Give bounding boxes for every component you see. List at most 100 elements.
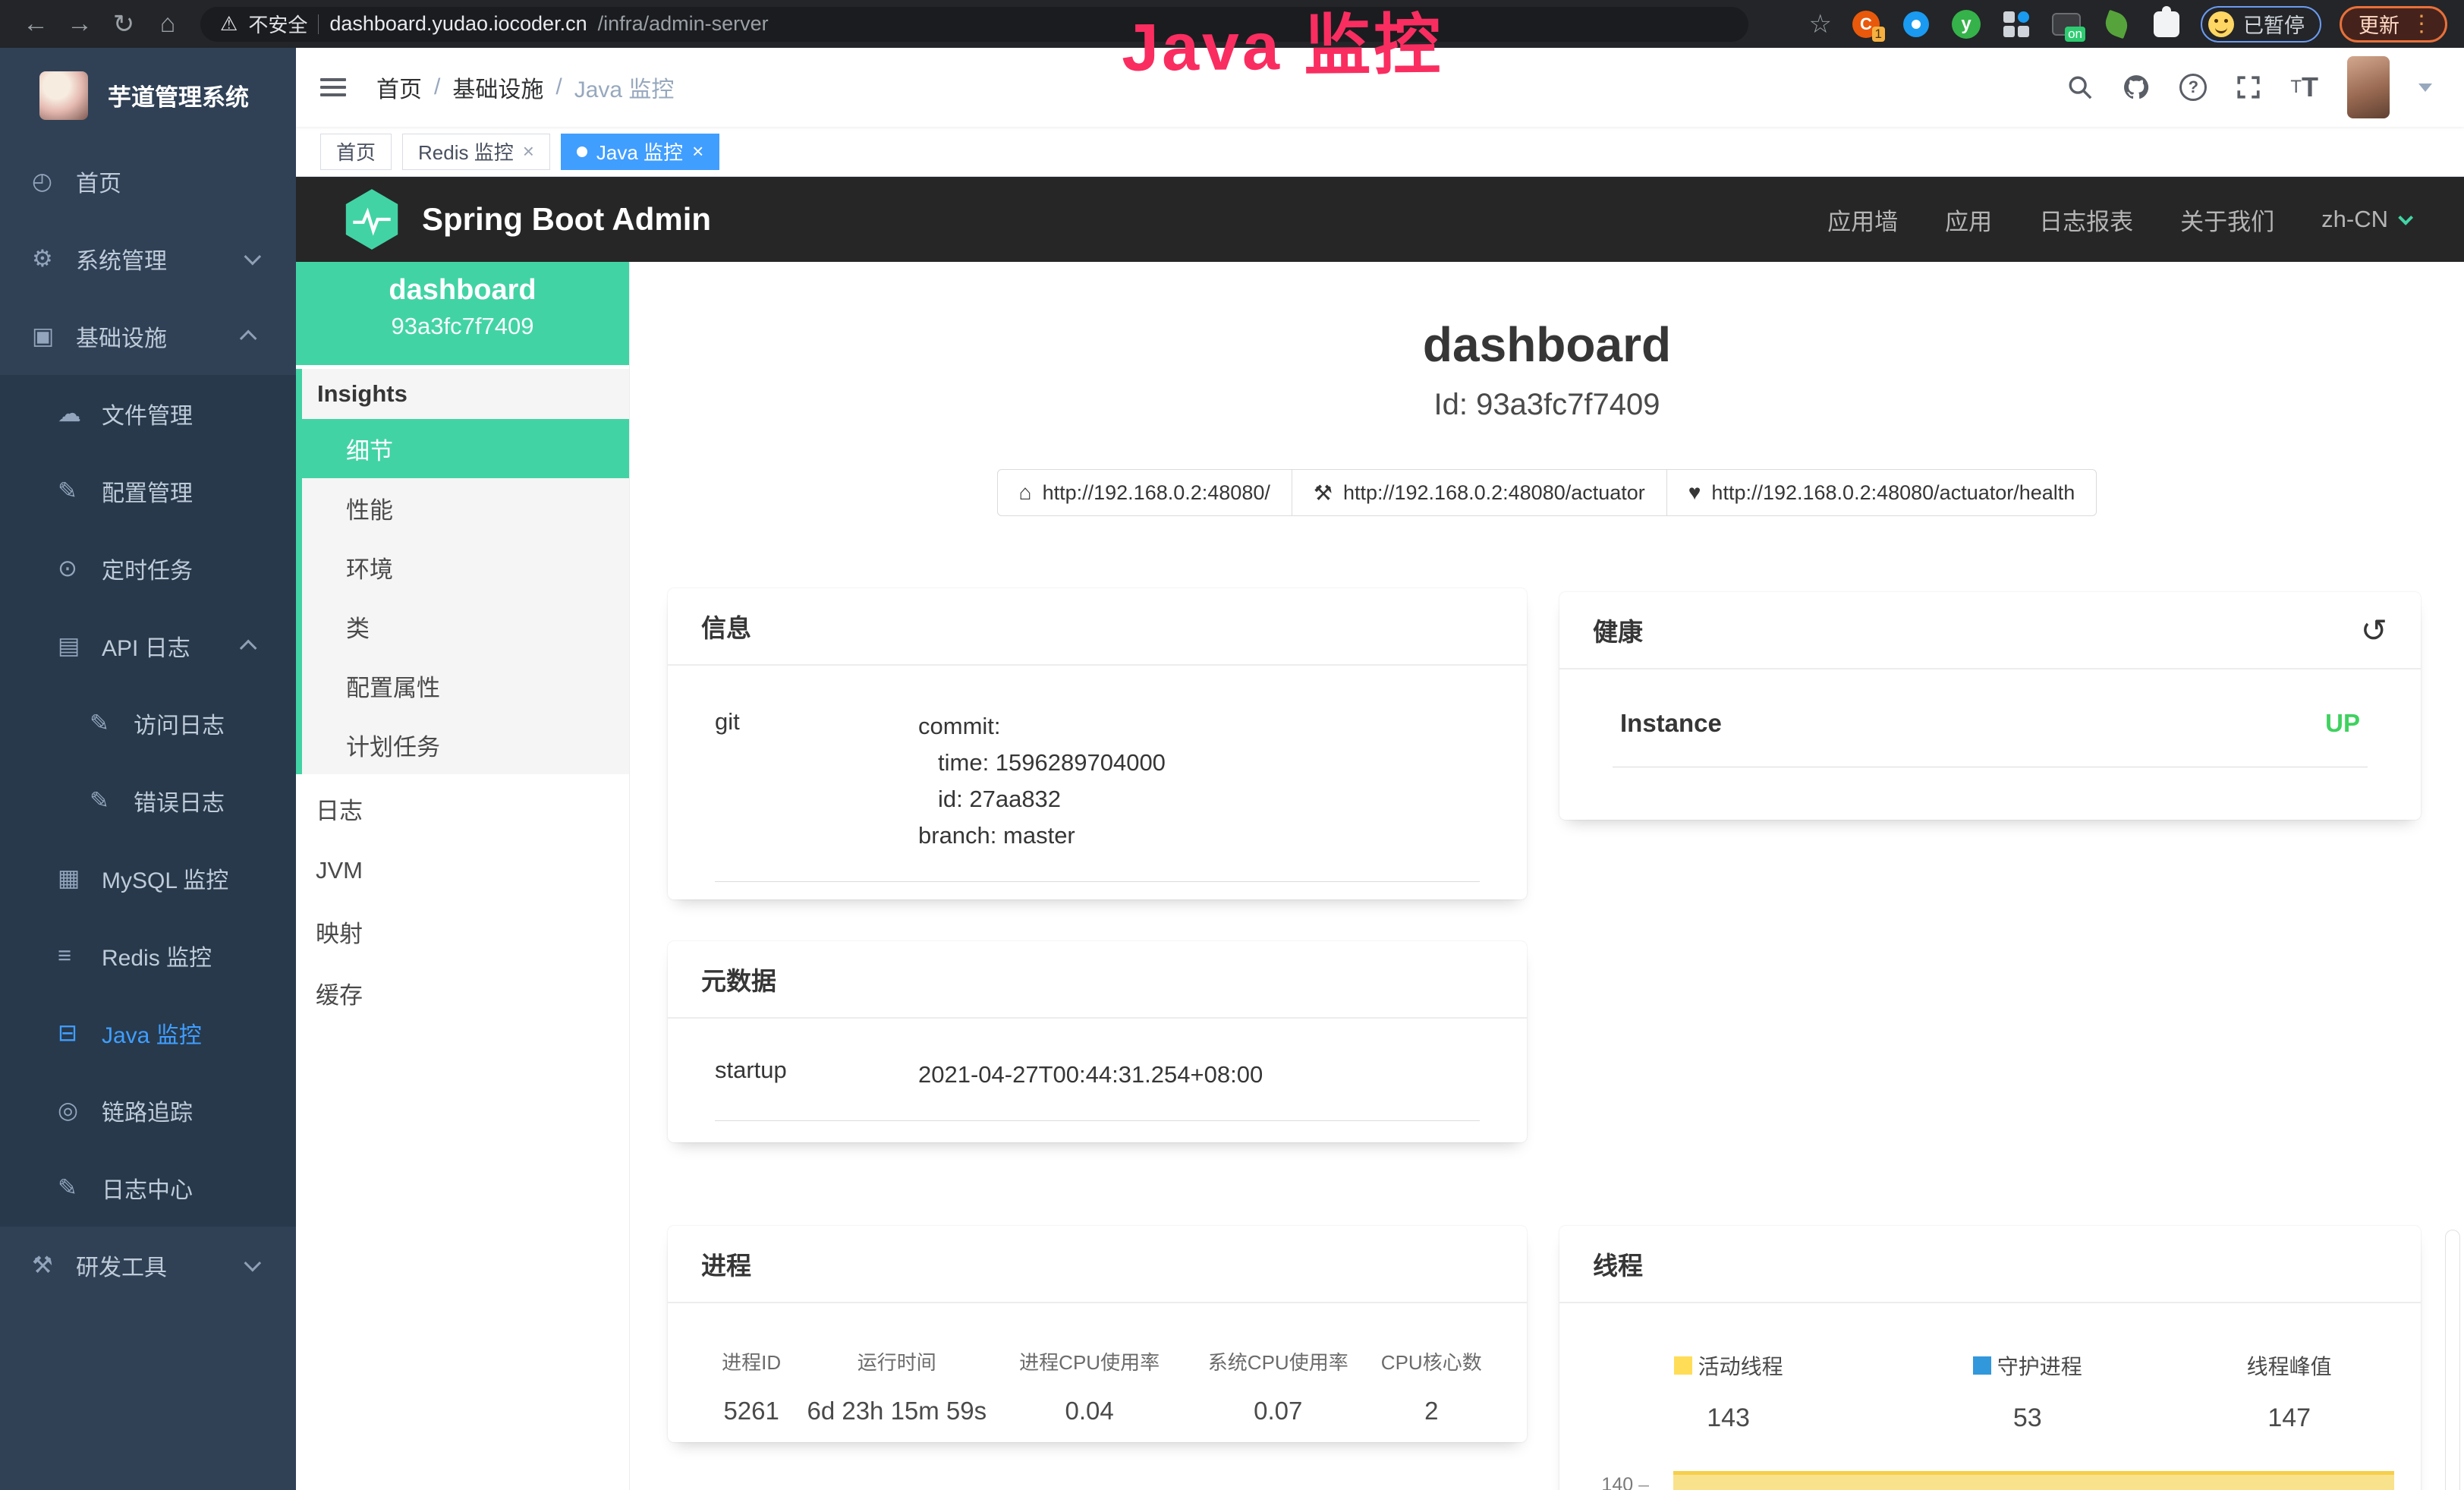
- browser-toolbar: ← → ↻ ⌂ ⚠ 不安全 dashboard.yudao.iocoder.cn…: [0, 0, 2464, 48]
- process-header-cores: CPU核心数: [1373, 1347, 1490, 1375]
- history-icon[interactable]: ↺: [2361, 612, 2387, 649]
- monitor-icon: ▣: [32, 323, 76, 350]
- database-icon: ▦: [58, 865, 102, 892]
- tag-home[interactable]: 首页: [320, 134, 392, 170]
- fullscreen-icon[interactable]: [2236, 74, 2261, 100]
- metadata-row: startup 2021-04-27T00:44:31.254+08:00: [715, 1019, 1480, 1121]
- browser-home-button[interactable]: ⌂: [146, 9, 190, 39]
- user-avatar[interactable]: [2347, 56, 2390, 118]
- edit-icon: ✎: [58, 1174, 102, 1202]
- sba-menu-metrics[interactable]: 性能: [302, 478, 629, 537]
- peak-threads-value: 147: [2173, 1403, 2406, 1433]
- sidebar-item-file[interactable]: ☁ 文件管理: [0, 375, 296, 452]
- browser-reload-button[interactable]: ↻: [102, 9, 146, 39]
- extension-colorzilla-icon[interactable]: C 1: [1850, 8, 1882, 40]
- extension-switch-icon[interactable]: on: [2050, 8, 2082, 40]
- sidebar-item-api-log[interactable]: ▤ API 日志: [0, 607, 296, 685]
- sba-nav-about[interactable]: 关于我们: [2180, 203, 2274, 237]
- bookmark-star-icon[interactable]: ☆: [1809, 9, 1832, 39]
- address-bar[interactable]: ⚠ 不安全 dashboard.yudao.iocoder.cn/infra/a…: [200, 7, 1748, 42]
- tag-java-active[interactable]: Java 监控 ×: [561, 134, 719, 170]
- sba-nav-wallboard[interactable]: 应用墙: [1827, 203, 1898, 237]
- chevron-down-icon: [244, 248, 262, 266]
- text-size-icon[interactable]: TT: [2290, 71, 2318, 103]
- edit-icon: ✎: [90, 787, 134, 814]
- sba-nav: 应用墙 应用 日志报表 关于我们 zh-CN: [1827, 203, 2409, 237]
- scrollbar-thumb[interactable]: [2445, 1230, 2460, 1490]
- breadcrumb-home[interactable]: 首页: [376, 71, 422, 104]
- health-url-button[interactable]: ♥ http://192.168.0.2:48080/actuator/heal…: [1666, 469, 2097, 516]
- extensions-area: ☆ C 1 y on 已暂停 更新 ⋮: [1809, 6, 2450, 43]
- sba-menu-jvm[interactable]: JVM: [296, 840, 629, 901]
- app-sidebar: 芋道管理系统 ◴ 首页 ⚙ 系统管理 ▣ 基础设施 ☁ 文件管理 ✎ 配置管理: [0, 48, 296, 1490]
- sidebar-item-access-log[interactable]: ✎ 访问日志: [0, 685, 296, 762]
- extension-y-icon[interactable]: y: [1950, 8, 1982, 40]
- close-icon[interactable]: ×: [523, 140, 534, 163]
- sba-menu-logs[interactable]: 日志: [296, 778, 629, 840]
- sidebar-item-infra[interactable]: ▣ 基础设施: [0, 298, 296, 375]
- browser-forward-button[interactable]: →: [58, 9, 102, 39]
- cloud-icon: ☁: [58, 400, 102, 427]
- sba-menu-scheduled-tasks[interactable]: 计划任务: [302, 715, 629, 774]
- sba-menu-environment[interactable]: 环境: [302, 537, 629, 597]
- sidebar-item-redis[interactable]: ≡ Redis 监控: [0, 917, 296, 994]
- chevron-down-icon: [2398, 210, 2413, 225]
- health-instance-row: Instance UP: [1613, 669, 2368, 767]
- sidebar-item-java[interactable]: ⊟ Java 监控: [0, 994, 296, 1072]
- wrench-icon: ⚒: [1314, 480, 1333, 506]
- header-actions: ? TT: [2067, 56, 2432, 118]
- sba-menu-details[interactable]: 细节: [296, 419, 629, 478]
- sba-nav-applications[interactable]: 应用: [1945, 203, 1992, 237]
- y-glyph: y: [1952, 10, 1981, 39]
- metadata-card: 元数据 startup 2021-04-27T00:44:31.254+08:0…: [668, 941, 1527, 1142]
- sba-menu-classes[interactable]: 类: [302, 597, 629, 656]
- sba-insights-section: Insights 细节 性能 环境 类 配置属性 计划任务: [296, 369, 629, 774]
- sidebar-item-config[interactable]: ✎ 配置管理: [0, 452, 296, 530]
- extension-leaf-icon[interactable]: [2101, 8, 2132, 40]
- sidebar-item-mysql[interactable]: ▦ MySQL 监控: [0, 840, 296, 917]
- sba-menu-caches[interactable]: 缓存: [296, 962, 629, 1024]
- health-card: 健康 ↺ Instance UP: [1559, 592, 2421, 820]
- extension-grid-icon[interactable]: [2000, 8, 2032, 40]
- breadcrumb-infra[interactable]: 基础设施: [452, 71, 543, 104]
- extension-puzzle-icon[interactable]: [2151, 8, 2182, 40]
- process-value-proc-cpu: 0.04: [995, 1397, 1184, 1425]
- sba-sidebar: dashboard 93a3fc7f7409 Insights 细节 性能 环境…: [296, 262, 630, 1490]
- close-icon[interactable]: ×: [692, 140, 703, 163]
- sba-menu-config-props[interactable]: 配置属性: [302, 656, 629, 715]
- paused-profile-button[interactable]: 已暂停: [2201, 6, 2321, 43]
- sidebar-item-log-center[interactable]: ✎ 日志中心: [0, 1149, 296, 1227]
- sidebar-item-home[interactable]: ◴ 首页: [0, 143, 296, 220]
- tag-redis[interactable]: Redis 监控 ×: [402, 134, 550, 170]
- search-icon[interactable]: [2067, 74, 2093, 100]
- sba-language-select[interactable]: zh-CN: [2321, 206, 2409, 233]
- browser-back-button[interactable]: ←: [14, 9, 58, 39]
- actuator-url-button[interactable]: ⚒ http://192.168.0.2:48080/actuator: [1292, 469, 1667, 516]
- sidebar-item-error-log[interactable]: ✎ 错误日志: [0, 762, 296, 840]
- info-value: commit: time: 1596289704000 id: 27aa832 …: [918, 708, 1166, 854]
- hamburger-icon[interactable]: [320, 74, 346, 101]
- app-title: 芋道管理系统: [108, 78, 249, 112]
- sidebar-item-dev-tools[interactable]: ⚒ 研发工具: [0, 1227, 296, 1304]
- menu-dots-icon[interactable]: ⋮: [2410, 11, 2433, 37]
- help-icon[interactable]: ?: [2179, 74, 2207, 101]
- legend-peak-threads: 线程峰值 147: [2173, 1350, 2406, 1433]
- sba-main-content: dashboard Id: 93a3fc7f7409 ⌂ http://192.…: [630, 262, 2464, 1490]
- avatar-caret-icon[interactable]: [2418, 83, 2432, 92]
- home-url-button[interactable]: ⌂ http://192.168.0.2:48080/: [997, 469, 1292, 516]
- extension-pin-icon[interactable]: [1900, 8, 1932, 40]
- infra-submenu: ☁ 文件管理 ✎ 配置管理 ⊙ 定时任务 ▤ API 日志 ✎ 访问日志 ✎: [0, 375, 296, 1227]
- process-value-pid: 5261: [704, 1397, 798, 1425]
- gear-icon: ⚙: [32, 245, 76, 272]
- sidebar-item-system[interactable]: ⚙ 系统管理: [0, 220, 296, 298]
- y-tick-140: 140: [1559, 1474, 1649, 1490]
- sba-nav-journal[interactable]: 日志报表: [2039, 203, 2133, 237]
- github-icon[interactable]: [2122, 73, 2151, 102]
- process-value-sys-cpu: 0.07: [1184, 1397, 1373, 1425]
- sba-menu-mappings[interactable]: 映射: [296, 901, 629, 962]
- timer-icon: ⊙: [58, 555, 102, 582]
- update-browser-button[interactable]: 更新 ⋮: [2340, 6, 2447, 43]
- sidebar-item-trace[interactable]: ◎ 链路追踪: [0, 1072, 296, 1149]
- sidebar-item-job[interactable]: ⊙ 定时任务: [0, 530, 296, 607]
- active-dot-icon: [577, 146, 587, 157]
